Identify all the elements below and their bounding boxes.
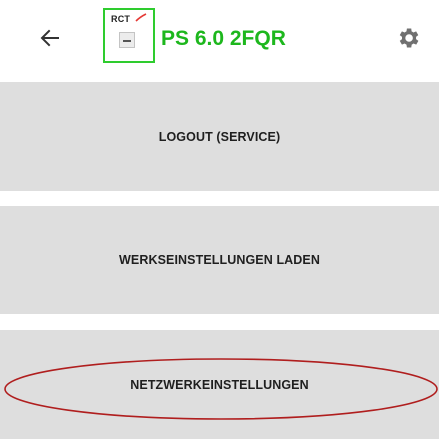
app-header: RCT PS 6.0 2FQR — [0, 0, 439, 80]
arrow-left-icon — [40, 29, 59, 47]
logo-text: RCT — [111, 14, 131, 24]
load-factory-settings-button[interactable]: WERKSEINSTELLUNGEN LADEN — [0, 206, 439, 314]
logout-service-button[interactable]: LOGOUT (SERVICE) — [0, 82, 439, 191]
device-logo: RCT — [103, 8, 155, 63]
page-title: PS 6.0 2FQR — [161, 27, 286, 50]
settings-button[interactable] — [395, 25, 421, 51]
inverter-icon — [119, 32, 135, 48]
back-button[interactable] — [38, 26, 62, 50]
network-settings-label: NETZWERKEINSTELLUNGEN — [130, 377, 309, 392]
logo-swoosh-icon — [135, 13, 147, 22]
logout-service-label: LOGOUT (SERVICE) — [158, 129, 281, 144]
network-settings-button[interactable]: NETZWERKEINSTELLUNGEN — [0, 330, 439, 439]
load-factory-settings-label: WERKSEINSTELLUNGEN LADEN — [118, 253, 320, 267]
gear-icon — [399, 28, 419, 48]
app-screen: RCT PS 6.0 2FQR LOGOUT (SERVICE) WERKSEI… — [0, 0, 439, 439]
